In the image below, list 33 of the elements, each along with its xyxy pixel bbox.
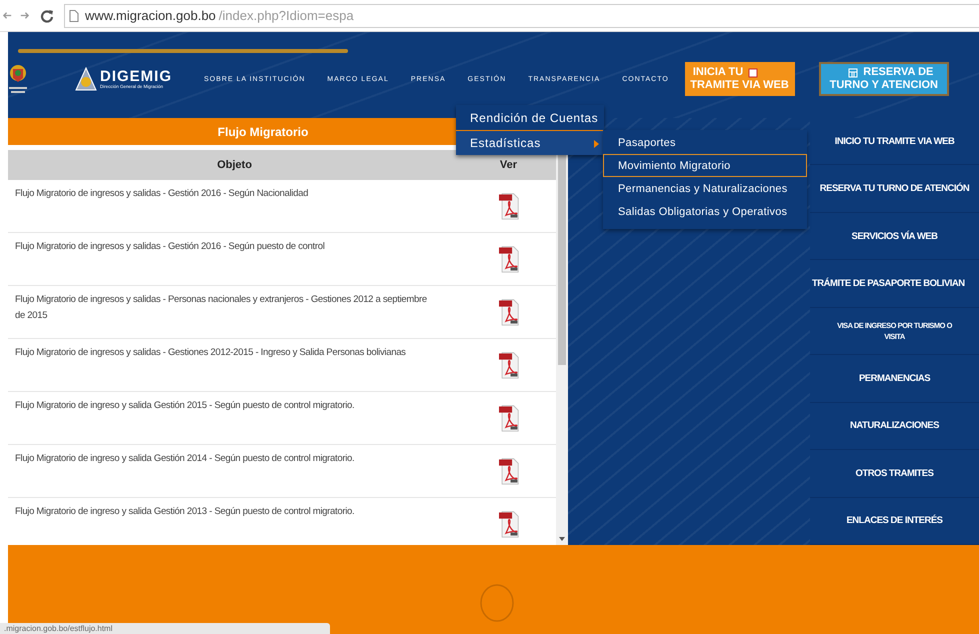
status-bar: .migracion.gob.bo/estflujo.html <box>0 623 330 634</box>
document-icon <box>748 68 758 78</box>
menu-item[interactable]: Salidas Obligatorias y Operativos <box>603 200 807 223</box>
logo-name: DIGEMIG <box>100 69 174 84</box>
triangle-emblem-icon <box>75 67 97 91</box>
sidebar-link[interactable]: TRÁMITE DE PASAPORTE BOLIVIAN <box>810 260 979 308</box>
column-header: Objeto <box>216 158 253 173</box>
menu-item[interactable]: Movimiento Migratorio <box>603 154 807 177</box>
document-title: Flujo Migratorio de ingreso y salida Gestión 2013 - Según puesto de control migratorio. <box>14 505 356 519</box>
document-title: Flujo Migratorio de ingresos y salidas - Personas nacionales y extranjeros - Gestiones 2012 a septiembre de 2015 <box>14 293 428 323</box>
forward-icon[interactable] <box>19 10 30 21</box>
sidebar-link[interactable]: OTROS TRAMITES <box>810 450 979 498</box>
sidebar-link[interactable]: SERVICIOS VÍA WEB <box>810 212 979 260</box>
calendar-icon <box>848 68 858 78</box>
back-icon[interactable] <box>2 10 13 21</box>
sidebar-link[interactable]: PERMANENCIAS <box>810 355 979 403</box>
menu-item[interactable]: Permanencias y Naturalizaciones <box>603 177 807 200</box>
sidebar-link[interactable]: RESERVA TU TURNO DE ATENCIÓN <box>810 165 979 213</box>
menu-item[interactable]: Estadísticas <box>456 130 604 155</box>
address-bar[interactable]: www.migracion.gob.bo /index.php?Idiom=espa <box>64 4 979 28</box>
circle-icon <box>479 583 515 623</box>
document-title: Flujo Migratorio de ingreso y salida Gestión 2014 - Según puesto de control migratorio. <box>14 452 356 466</box>
menu-item[interactable]: Pasaportes <box>603 131 807 154</box>
sidebar-link[interactable]: INICIO TU TRAMITE VIA WEB <box>810 118 979 166</box>
document-title: Flujo Migratorio de ingreso y salida Gestión 2015 - Según puesto de control migratorio. <box>14 399 356 413</box>
document-title: Flujo Migratorio de ingresos y salidas - Gestión 2016 - Según Nacionalidad <box>14 187 310 201</box>
scroll-down-icon[interactable] <box>558 536 566 542</box>
document-title: Flujo Migratorio de ingresos y salidas - Gestiones 2012-2015 - Ingreso y Salida Personas bolivianas <box>14 346 407 360</box>
sidebar-link[interactable]: NATURALIZACIONES <box>810 402 979 450</box>
reload-icon[interactable] <box>40 8 54 22</box>
column-header: Ver <box>498 158 518 173</box>
page-icon <box>69 10 79 22</box>
document-title: Flujo Migratorio de ingresos y salidas - Gestión 2016 - Según puesto de control <box>14 240 326 254</box>
